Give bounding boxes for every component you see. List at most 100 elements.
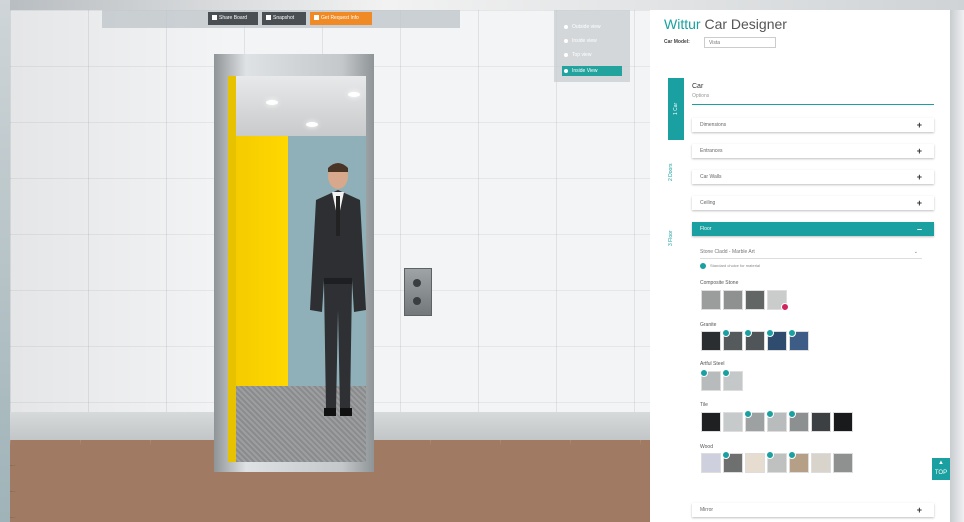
check-icon: [700, 369, 708, 377]
swatch[interactable]: [766, 329, 786, 350]
check-icon: [722, 369, 730, 377]
title-text: Car Designer: [700, 16, 787, 32]
accordion-floor[interactable]: Floor –: [692, 222, 934, 236]
step-doors[interactable]: 2 Doors: [668, 162, 684, 182]
snapshot-button[interactable]: Snapshot: [262, 12, 306, 25]
share-board-button[interactable]: Share Board: [208, 12, 258, 25]
scroll-top-label: TOP: [934, 470, 948, 476]
check-icon: [788, 410, 796, 418]
check-icon: [722, 329, 730, 337]
person-figure: [310, 163, 366, 416]
step-floor[interactable]: 3 Floor: [668, 228, 684, 248]
request-info-button[interactable]: Get Request Info: [310, 12, 372, 25]
swatch[interactable]: [812, 454, 830, 472]
page-title: Wittur Car Designer: [664, 16, 787, 32]
ceiling-light: [306, 122, 318, 127]
snapshot-label: Snapshot: [273, 15, 295, 21]
radio-label: Standard choice for material: [710, 263, 761, 268]
swatch[interactable]: [746, 454, 764, 472]
group-composite-stone: Composite Stone: [700, 280, 739, 286]
call-button-panel: [404, 268, 432, 316]
swatch[interactable]: [812, 413, 830, 431]
share-board-label: Share Board: [219, 15, 248, 21]
view-outside[interactable]: Outside view: [562, 22, 622, 32]
wall-shade: [10, 10, 230, 430]
swatch[interactable]: [766, 451, 786, 472]
check-icon: [788, 329, 796, 337]
top-strip: [0, 0, 964, 10]
car-model-select[interactable]: Vista: [704, 37, 776, 48]
accordion-label: Car Walls: [700, 174, 722, 180]
check-icon: [722, 451, 730, 459]
info-icon: [314, 15, 319, 20]
swatch[interactable]: [722, 369, 742, 390]
swatch[interactable]: [702, 454, 720, 472]
floor-material-select[interactable]: Stone Cladd - Marble Art ⌄: [700, 247, 922, 259]
ceiling-light: [348, 92, 360, 97]
camera-icon: [266, 15, 271, 20]
share-icon: [212, 15, 217, 20]
accordion-label: Ceiling: [700, 200, 716, 206]
standard-choice-radio[interactable]: Standard choice for material: [700, 263, 760, 269]
check-icon: [744, 329, 752, 337]
swatch[interactable]: [724, 291, 742, 309]
request-info-label: Get Request Info: [321, 15, 359, 21]
accordion-label: Floor: [700, 226, 712, 232]
swatch[interactable]: [788, 451, 808, 472]
view-inside[interactable]: Inside view: [562, 36, 622, 46]
left-edge: [0, 0, 10, 522]
swatch[interactable]: [834, 413, 852, 431]
swatch[interactable]: [724, 413, 742, 431]
call-button: [413, 297, 421, 305]
brand-name: Wittur: [664, 16, 701, 32]
swatch[interactable]: [702, 413, 720, 431]
designer-panel: Wittur Car Designer Car Model: Vista 1 C…: [650, 10, 950, 522]
accordion-dimensions[interactable]: Dimensions +: [692, 118, 934, 132]
swatch[interactable]: [788, 410, 808, 431]
swatch[interactable]: [702, 291, 720, 309]
check-icon: [788, 451, 796, 459]
check-icon: [766, 410, 774, 418]
plus-icon: +: [916, 146, 922, 156]
accordion-entrances[interactable]: Entrances +: [692, 144, 934, 158]
plus-icon: +: [916, 172, 922, 182]
swatch[interactable]: [834, 454, 852, 472]
swatch[interactable]: [746, 291, 764, 309]
swatch[interactable]: [702, 332, 720, 350]
group-wood: Wood: [700, 444, 713, 450]
chevron-down-icon: ⌄: [913, 249, 918, 255]
3d-viewport[interactable]: [10, 10, 650, 522]
group-artful-steel: Artful Steel: [700, 361, 725, 367]
door-opening: [228, 76, 366, 462]
accordion-car-walls[interactable]: Car Walls +: [692, 170, 934, 184]
swatch[interactable]: [744, 329, 764, 350]
step-car[interactable]: 1 Car: [668, 78, 684, 140]
swatch[interactable]: [700, 369, 720, 390]
swatch[interactable]: [788, 329, 808, 350]
right-edge: [950, 10, 964, 522]
accordion-mirror[interactable]: Mirror +: [692, 503, 934, 517]
swatch[interactable]: [722, 451, 742, 472]
viewer-toolbar: Share Board Snapshot Get Request Info: [102, 10, 460, 28]
accordion-label: Dimensions: [700, 122, 727, 128]
swatch[interactable]: [722, 329, 742, 350]
accordion-ceiling[interactable]: Ceiling +: [692, 196, 934, 210]
accordion-label: Mirror: [700, 507, 714, 513]
swatch[interactable]: [766, 410, 786, 431]
call-button: [413, 279, 421, 287]
group-tile: Tile: [700, 402, 708, 408]
floor-material-value: Stone Cladd - Marble Art: [700, 249, 755, 255]
swatch-selected[interactable]: [768, 291, 789, 311]
elevator-cabin: [236, 76, 366, 462]
view-selector: Outside view Inside view Top view Inside…: [554, 10, 630, 82]
elevator-door-frame: [214, 54, 374, 472]
check-icon: [766, 329, 774, 337]
plus-icon: +: [916, 198, 922, 208]
view-inside-active[interactable]: Inside View: [562, 66, 622, 76]
arrow-up-icon: ▲: [938, 460, 944, 466]
selected-badge-icon: [781, 303, 789, 311]
swatch[interactable]: [744, 410, 764, 431]
view-top[interactable]: Top view: [562, 50, 622, 60]
section-divider: [692, 104, 934, 105]
scroll-to-top-button[interactable]: ▲ TOP: [932, 458, 950, 480]
